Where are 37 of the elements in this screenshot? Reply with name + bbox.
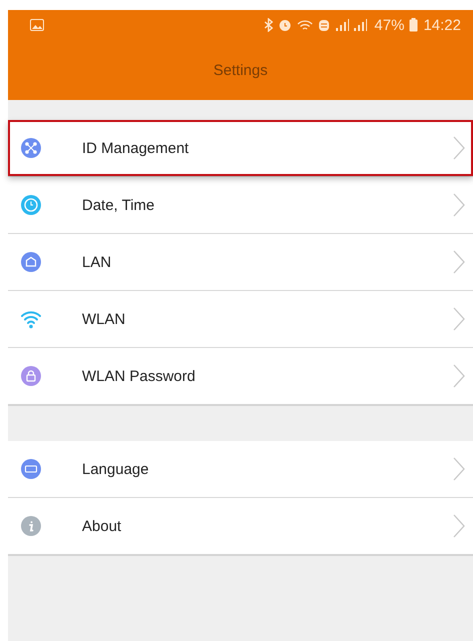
settings-row[interactable]: WLAN Password xyxy=(8,347,473,404)
row-label: ID Management xyxy=(82,140,190,156)
row-label: Date, Time xyxy=(82,196,156,214)
settings-row[interactable]: Language xyxy=(8,441,473,497)
lock-icon xyxy=(20,365,42,387)
settings-row[interactable]: ID Management xyxy=(8,120,473,176)
chevron-icon xyxy=(453,457,465,481)
chevron-icon xyxy=(453,250,465,274)
chevron-icon xyxy=(453,193,465,217)
row-label: WLAN xyxy=(82,310,126,328)
row-label: LAN xyxy=(82,254,112,270)
row-label: Language xyxy=(82,460,150,478)
network-icon xyxy=(20,137,42,159)
bluetooth-icon xyxy=(264,18,274,32)
screen-title: Settings xyxy=(213,62,268,78)
clock-icon xyxy=(20,194,42,216)
image-icon xyxy=(30,19,44,31)
settings-row[interactable]: Date, Time xyxy=(8,176,473,233)
chevron-icon xyxy=(453,307,465,331)
keyboard-icon xyxy=(20,458,42,480)
row-label: WLAN Password xyxy=(82,368,196,384)
info-icon xyxy=(20,515,42,537)
alarm-icon xyxy=(278,18,292,32)
settings-row[interactable]: WLAN xyxy=(8,290,473,347)
battery-percentage: 47% xyxy=(374,16,404,34)
row-label: About xyxy=(82,518,122,534)
chevron-icon xyxy=(453,514,465,538)
settings-row[interactable]: About xyxy=(8,497,473,554)
house-icon xyxy=(20,251,42,273)
data-icon xyxy=(318,18,330,32)
clock-time: 14:22 xyxy=(423,16,461,34)
signal-icon xyxy=(335,19,370,31)
settings-row[interactable]: LAN xyxy=(8,233,473,290)
wifi-icon xyxy=(297,18,314,32)
chevron-icon xyxy=(453,364,465,388)
battery-icon xyxy=(409,18,418,32)
chevron-icon xyxy=(453,136,465,160)
